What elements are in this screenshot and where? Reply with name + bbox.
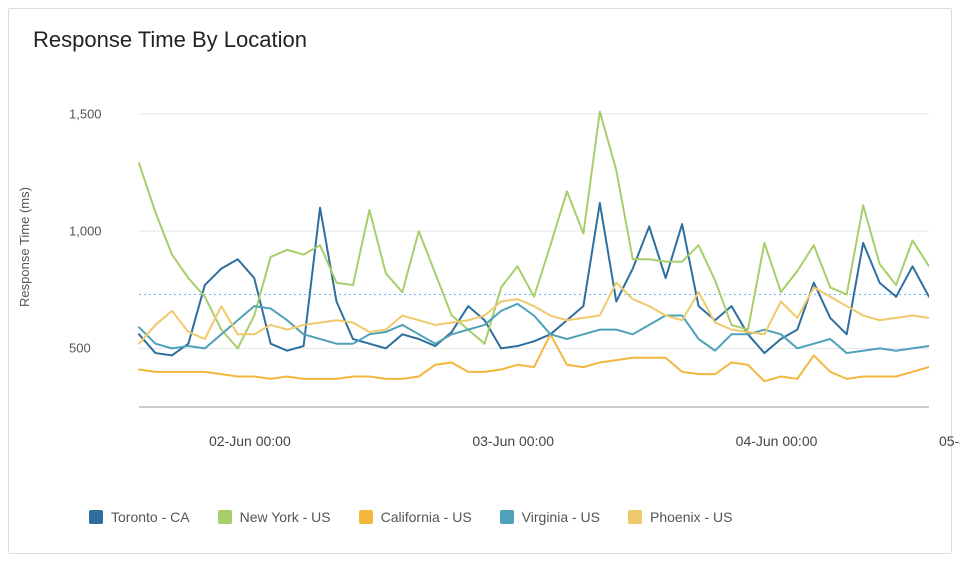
legend-swatch [359,510,373,524]
chart-card: Response Time By Location Response Time … [8,8,952,554]
legend-item[interactable]: Toronto - CA [89,509,190,525]
legend-item[interactable]: Phoenix - US [628,509,732,525]
legend-label: New York - US [240,509,331,525]
chart-title: Response Time By Location [33,27,307,53]
x-tick: 03-Jun 00:00 [472,433,554,449]
series-group [139,112,929,382]
legend: Toronto - CA New York - US California - US… [89,509,732,525]
chart-svg [69,67,929,427]
x-tick: 05-Jun 0 [939,433,960,449]
x-tick: 02-Jun 00:00 [209,433,291,449]
legend-swatch [218,510,232,524]
series-line [139,304,929,353]
legend-swatch [500,510,514,524]
series-line [139,112,929,349]
x-tick-labels: 02-Jun 00:0003-Jun 00:0004-Jun 00:0005-J… [139,433,929,453]
x-tick: 04-Jun 00:00 [736,433,818,449]
legend-swatch [89,510,103,524]
legend-label: Toronto - CA [111,509,190,525]
legend-label: Phoenix - US [650,509,732,525]
legend-item[interactable]: California - US [359,509,472,525]
legend-label: California - US [381,509,472,525]
y-axis-label: Response Time (ms) [17,67,37,427]
legend-label: Virginia - US [522,509,600,525]
plot-area [69,67,929,427]
gridlines [139,114,929,348]
legend-item[interactable]: New York - US [218,509,331,525]
legend-swatch [628,510,642,524]
legend-item[interactable]: Virginia - US [500,509,600,525]
